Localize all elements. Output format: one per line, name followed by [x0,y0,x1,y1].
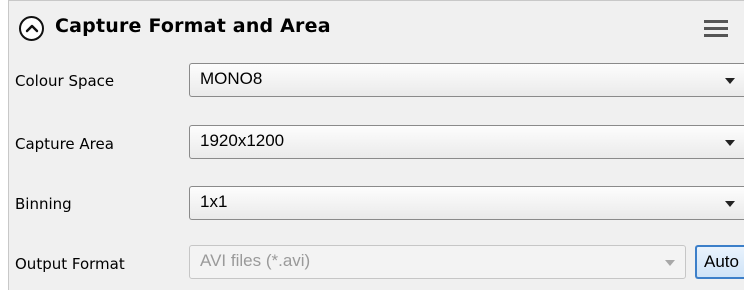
colour-space-dropdown[interactable]: MONO8 [189,63,744,97]
dropdown-arrow-icon [725,78,735,84]
dropdown-arrow-icon [725,201,735,207]
colour-space-label: Colour Space [15,72,115,90]
collapse-icon[interactable] [19,16,44,41]
dropdown-arrow-icon [665,260,675,266]
capture-area-value: 1920x1200 [200,131,285,150]
capture-format-panel: Capture Format and Area Colour Space MON… [8,0,744,290]
output-format-dropdown[interactable]: AVI files (*.avi) [189,245,686,279]
binning-dropdown[interactable]: 1x1 [189,186,744,220]
capture-area-dropdown[interactable]: 1920x1200 [189,125,744,159]
panel-header: Capture Format and Area [9,1,744,55]
binning-label: Binning [15,195,72,213]
output-format-value: AVI files (*.avi) [200,251,311,270]
panel-title: Capture Format and Area [55,15,331,37]
capture-area-label: Capture Area [15,135,114,153]
output-format-label: Output Format [15,255,125,273]
binning-value: 1x1 [200,192,228,211]
dropdown-arrow-icon [725,140,735,146]
hamburger-menu-icon[interactable] [704,20,728,38]
auto-button[interactable]: Auto [695,245,744,279]
colour-space-value: MONO8 [200,69,263,88]
auto-button-label: Auto [704,252,739,271]
